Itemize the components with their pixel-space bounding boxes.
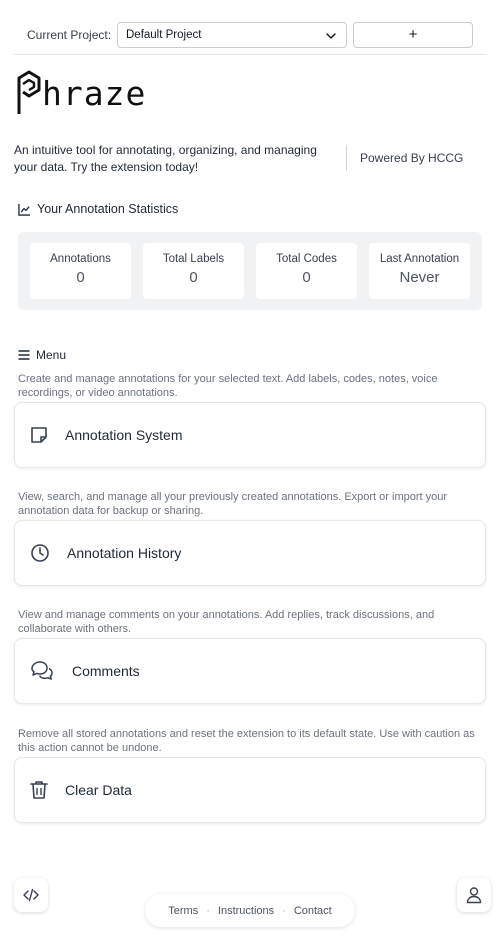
- footer-separator: ·: [206, 904, 210, 917]
- stat-total-codes: Total Codes 0: [256, 243, 357, 299]
- stat-label: Total Codes: [276, 253, 337, 265]
- chat-bubbles-icon: [31, 661, 53, 680]
- annotation-system-description: Create and manage annotations for your s…: [18, 373, 438, 399]
- chart-line-icon: [18, 203, 31, 216]
- menu-heading: Menu: [18, 348, 66, 362]
- comments-description: View and manage comments on your annotat…: [18, 609, 435, 635]
- annotation-system-card[interactable]: Annotation System: [14, 402, 486, 468]
- contact-link[interactable]: Contact: [294, 905, 332, 917]
- footer-separator: ·: [282, 904, 286, 917]
- annotation-history-card[interactable]: Annotation History: [14, 520, 486, 586]
- annotation-history-label: Annotation History: [67, 545, 182, 561]
- trash-icon: [30, 781, 48, 799]
- stat-value: 0: [189, 269, 198, 286]
- stat-label: Total Labels: [162, 253, 225, 265]
- stat-annotations: Annotations 0: [30, 243, 131, 299]
- clear-data-card[interactable]: Clear Data: [14, 757, 486, 823]
- stat-value: 0: [302, 269, 311, 286]
- add-project-button[interactable]: +: [353, 22, 473, 48]
- instructions-link[interactable]: Instructions: [218, 905, 274, 917]
- stat-last-annotation: Last Annotation Never: [369, 243, 470, 299]
- stats-heading: Your Annotation Statistics: [18, 202, 178, 216]
- stat-value: 0: [76, 269, 85, 286]
- project-select[interactable]: Default Project: [117, 22, 347, 48]
- code-icon: [23, 888, 39, 902]
- project-select-value: Default Project: [126, 29, 202, 41]
- comments-card[interactable]: Comments: [14, 638, 486, 704]
- chevron-down-icon: [326, 33, 336, 39]
- stats-heading-label: Your Annotation Statistics: [37, 202, 179, 216]
- comments-label: Comments: [72, 663, 140, 679]
- project-bar: Current Project: Default Project +: [14, 14, 486, 55]
- powered-by: Powered By HCCG: [360, 151, 464, 165]
- logo-text: hraze: [42, 74, 147, 113]
- logo: hraze: [17, 66, 146, 114]
- stats-panel: Annotations 0 Total Labels 0 Total Codes…: [18, 232, 482, 310]
- intro-divider: [346, 145, 347, 171]
- project-label: Current Project:: [27, 28, 112, 42]
- developer-button[interactable]: [14, 878, 48, 912]
- stat-label: Last Annotation: [379, 253, 460, 265]
- phraze-popup: Current Project: Default Project + hraze…: [0, 0, 503, 940]
- annotation-history-description: View, search, and manage all your previo…: [18, 491, 448, 517]
- user-profile-button[interactable]: [457, 878, 491, 912]
- logo-mark-icon: [17, 70, 41, 114]
- stat-value: Never: [399, 269, 440, 286]
- stat-label: Annotations: [50, 253, 111, 265]
- user-icon: [466, 887, 482, 904]
- clear-data-description: Remove all stored annotations and reset …: [18, 728, 475, 754]
- clock-icon: [31, 544, 49, 562]
- sticky-note-icon: [31, 427, 47, 443]
- stat-total-labels: Total Labels 0: [143, 243, 244, 299]
- menu-lines-icon: [18, 350, 30, 360]
- footer-links: Terms · Instructions · Contact: [145, 894, 355, 927]
- terms-link[interactable]: Terms: [168, 905, 198, 917]
- intro-description: An intuitive tool for annotating, organi…: [14, 143, 317, 174]
- clear-data-label: Clear Data: [65, 782, 132, 798]
- menu-heading-label: Menu: [36, 348, 67, 362]
- annotation-system-label: Annotation System: [65, 427, 183, 443]
